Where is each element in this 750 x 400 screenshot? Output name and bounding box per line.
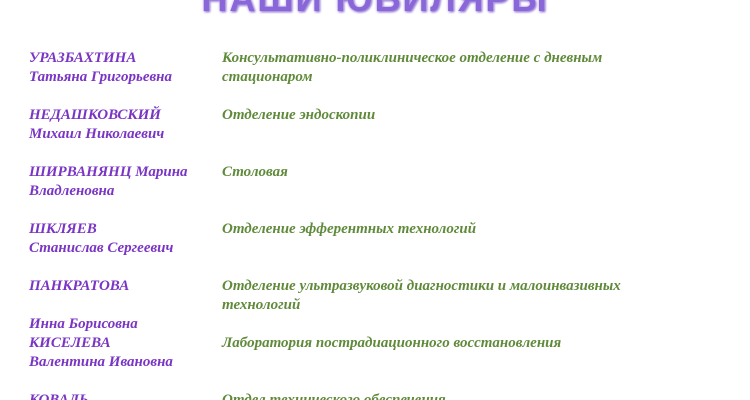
person-name: УРАЗБАХТИНА Татьяна Григорьевна xyxy=(29,49,214,87)
department-line: Лаборатория пострадиационного восстановл… xyxy=(222,335,562,351)
department-name: Отделение ультразвуковой диагностики и м… xyxy=(222,277,722,315)
given-names: Валентина Ивановна xyxy=(29,354,173,370)
surname: КИСЕЛЕВА xyxy=(29,335,111,351)
document-page: НАШИ ЮБИЛЯРЫ УРАЗБАХТИНА Татьяна Григорь… xyxy=(0,0,750,400)
person-name: Инна Борисовна КИСЕЛЕВА Валентина Иванов… xyxy=(29,315,214,372)
department-line: стационаром xyxy=(222,69,313,85)
department-line: Отделение ультразвуковой диагностики и м… xyxy=(222,278,621,294)
surname: ПАНКРАТОВА xyxy=(29,278,130,294)
department-line: Отдел технического обеспечения xyxy=(222,392,446,400)
department-name: Столовая xyxy=(222,163,722,182)
department-name: Отдел технического обеспечения xyxy=(222,391,722,400)
department-line: Столовая xyxy=(222,164,288,180)
person-name: КОВАЛЬ xyxy=(29,391,214,400)
given-names: Станислав Сергеевич xyxy=(29,240,174,256)
given-names: Инна Борисовна xyxy=(29,316,138,332)
surname: НЕДАШКОВСКИЙ xyxy=(29,107,161,123)
department-line: технологий xyxy=(222,297,301,313)
given-names: Михаил Николаевич xyxy=(29,126,165,142)
surname: УРАЗБАХТИНА xyxy=(29,50,137,66)
given-names: Татьяна Григорьевна xyxy=(29,69,173,85)
page-title: НАШИ ЮБИЛЯРЫ xyxy=(0,0,750,20)
person-name: ПАНКРАТОВА xyxy=(29,277,214,296)
given-names: Владленовна xyxy=(29,183,115,199)
department-name: Консультативно-поликлиническое отделение… xyxy=(222,49,722,87)
surname: КОВАЛЬ xyxy=(29,392,89,400)
person-name: НЕДАШКОВСКИЙ Михаил Николаевич xyxy=(29,106,214,144)
department-line: Отделение эфферентных технологий xyxy=(222,221,477,237)
surname: ШКЛЯЕВ xyxy=(29,221,97,237)
department-line: Отделение эндоскопии xyxy=(222,107,376,123)
department-line: Консультативно-поликлиническое отделение… xyxy=(222,50,603,66)
department-name: Отделение эфферентных технологий xyxy=(222,220,722,239)
department-name: Лаборатория пострадиационного восстановл… xyxy=(222,334,722,353)
person-name: ШКЛЯЕВ Станислав Сергеевич xyxy=(29,220,214,258)
department-name: Отделение эндоскопии xyxy=(222,106,722,125)
surname: ШИРВАНЯНЦ Марина xyxy=(29,164,188,180)
person-name: ШИРВАНЯНЦ Марина Владленовна xyxy=(29,163,214,201)
